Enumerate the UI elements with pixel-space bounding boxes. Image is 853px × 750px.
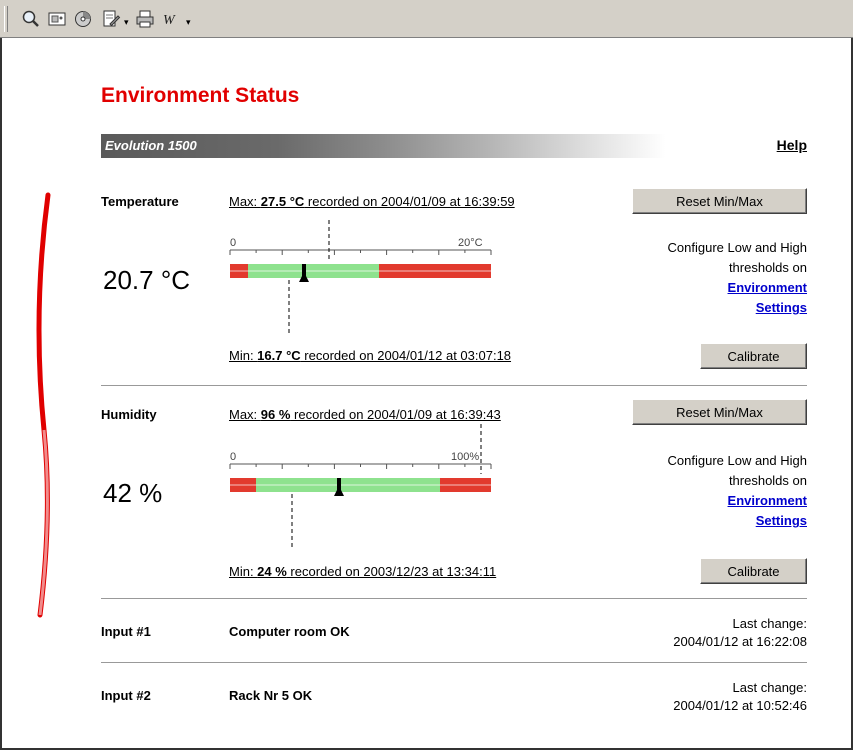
humidity-scale-ticks [229,463,492,469]
browser-toolbar: ▾ W ▾ [0,0,853,38]
temperature-calibrate-button[interactable]: Calibrate [700,343,807,369]
humidity-min-value: 24 % [257,564,287,579]
temperature-max-prefix: Max: [229,194,261,209]
temperature-max-suffix: recorded on 2004/01/09 at 16:39:59 [304,194,515,209]
edit-dropdown-arrow-icon[interactable]: ▾ [124,17,129,28]
input-1-last-change: Last change: 2004/01/12 at 16:22:08 [600,615,807,651]
magnifier-icon[interactable] [20,8,42,30]
humidity-max-value: 96 % [260,407,291,422]
input-2-last-change-label: Last change: [732,680,807,695]
environment-settings-link-1-line2: Settings [755,300,807,315]
humidity-label: Humidity [101,407,157,422]
temperature-min-suffix: recorded on 2004/01/12 at 03:07:18 [300,348,512,363]
humidity-reset-button[interactable]: Reset Min/Max [632,399,807,425]
divider-2 [101,598,807,599]
temperature-configure-text: Configure Low and High thresholds on Env… [610,238,807,318]
input-2-status: Rack Nr 5 OK [229,688,313,703]
edit-page-icon[interactable] [100,8,122,30]
environment-settings-link-2[interactable]: Environment Settings [610,491,807,531]
environment-settings-link-2-line2: Settings [755,513,807,528]
humidity-min: Min: 24 % recorded on 2003/12/23 at 13:3… [229,564,496,579]
image-icon[interactable] [46,8,68,30]
divider-3 [101,662,807,663]
humidity-max: Max: 96 % recorded on 2004/01/09 at 16:3… [229,407,501,422]
humidity-min-prefix: Min: [229,564,258,579]
input-2-last-change: Last change: 2004/01/12 at 10:52:46 [600,679,807,715]
print-icon[interactable] [134,8,156,30]
input-2-label: Input #2 [101,688,151,703]
input-2-last-change-value: 2004/01/12 at 10:52:46 [673,698,807,713]
temperature-max: Max: 27.5 °C recorded on 2004/01/09 at 1… [229,194,515,209]
toolbar-grip [4,6,8,32]
decorative-red-swoosh [36,192,51,618]
temperature-scale-min: 0 [230,237,236,249]
humidity-gauge: 0 100% [229,424,492,548]
device-name: Evolution 1500 [105,138,197,153]
input-1-status: Computer room OK [229,624,350,639]
device-header-bar: Evolution 1500 Help [101,134,807,158]
humidity-scale-min: 0 [230,451,236,463]
temperature-gauge: 0 20°C [229,220,492,336]
page-title: Environment Status [101,84,300,107]
svg-text:W: W [163,13,176,28]
temperature-value: 20.7 °C [103,265,191,295]
humidity-configure-text: Configure Low and High thresholds on Env… [610,451,807,531]
word-icon[interactable]: W [160,8,182,30]
word-dropdown-arrow-icon[interactable]: ▾ [186,17,191,28]
humidity-min-suffix: recorded on 2003/12/23 at 13:34:11 [286,564,497,579]
disc-icon[interactable] [72,8,94,30]
input-1-last-change-value: 2004/01/12 at 16:22:08 [673,634,807,649]
humidity-max-prefix: Max: [229,407,261,422]
environment-settings-link-1[interactable]: Environment Settings [610,278,807,318]
humidity-value: 42 % [103,478,163,508]
environment-settings-link-1-line1: Environment [727,280,807,295]
divider-1 [101,385,807,386]
temperature-reset-button[interactable]: Reset Min/Max [632,188,807,214]
input-1-label: Input #1 [101,624,151,639]
temperature-min-value: 16.7 °C [257,348,301,363]
help-link[interactable]: Help [777,137,807,153]
temperature-min: Min: 16.7 °C recorded on 2004/01/12 at 0… [229,348,511,363]
environment-settings-link-2-line1: Environment [727,493,807,508]
humidity-calibrate-button[interactable]: Calibrate [700,558,807,584]
temperature-scale-ticks [229,249,492,255]
temperature-label: Temperature [101,194,179,209]
humidity-scale-max: 100% [451,451,479,463]
temperature-max-value: 27.5 °C [260,194,305,209]
temperature-configure-label: Configure Low and High thresholds on [667,240,807,275]
input-1-last-change-label: Last change: [732,616,807,631]
temperature-scale-max: 20°C [458,237,483,249]
humidity-configure-label: Configure Low and High thresholds on [667,453,807,488]
temperature-min-prefix: Min: [229,348,258,363]
humidity-max-suffix: recorded on 2004/01/09 at 16:39:43 [290,407,501,422]
